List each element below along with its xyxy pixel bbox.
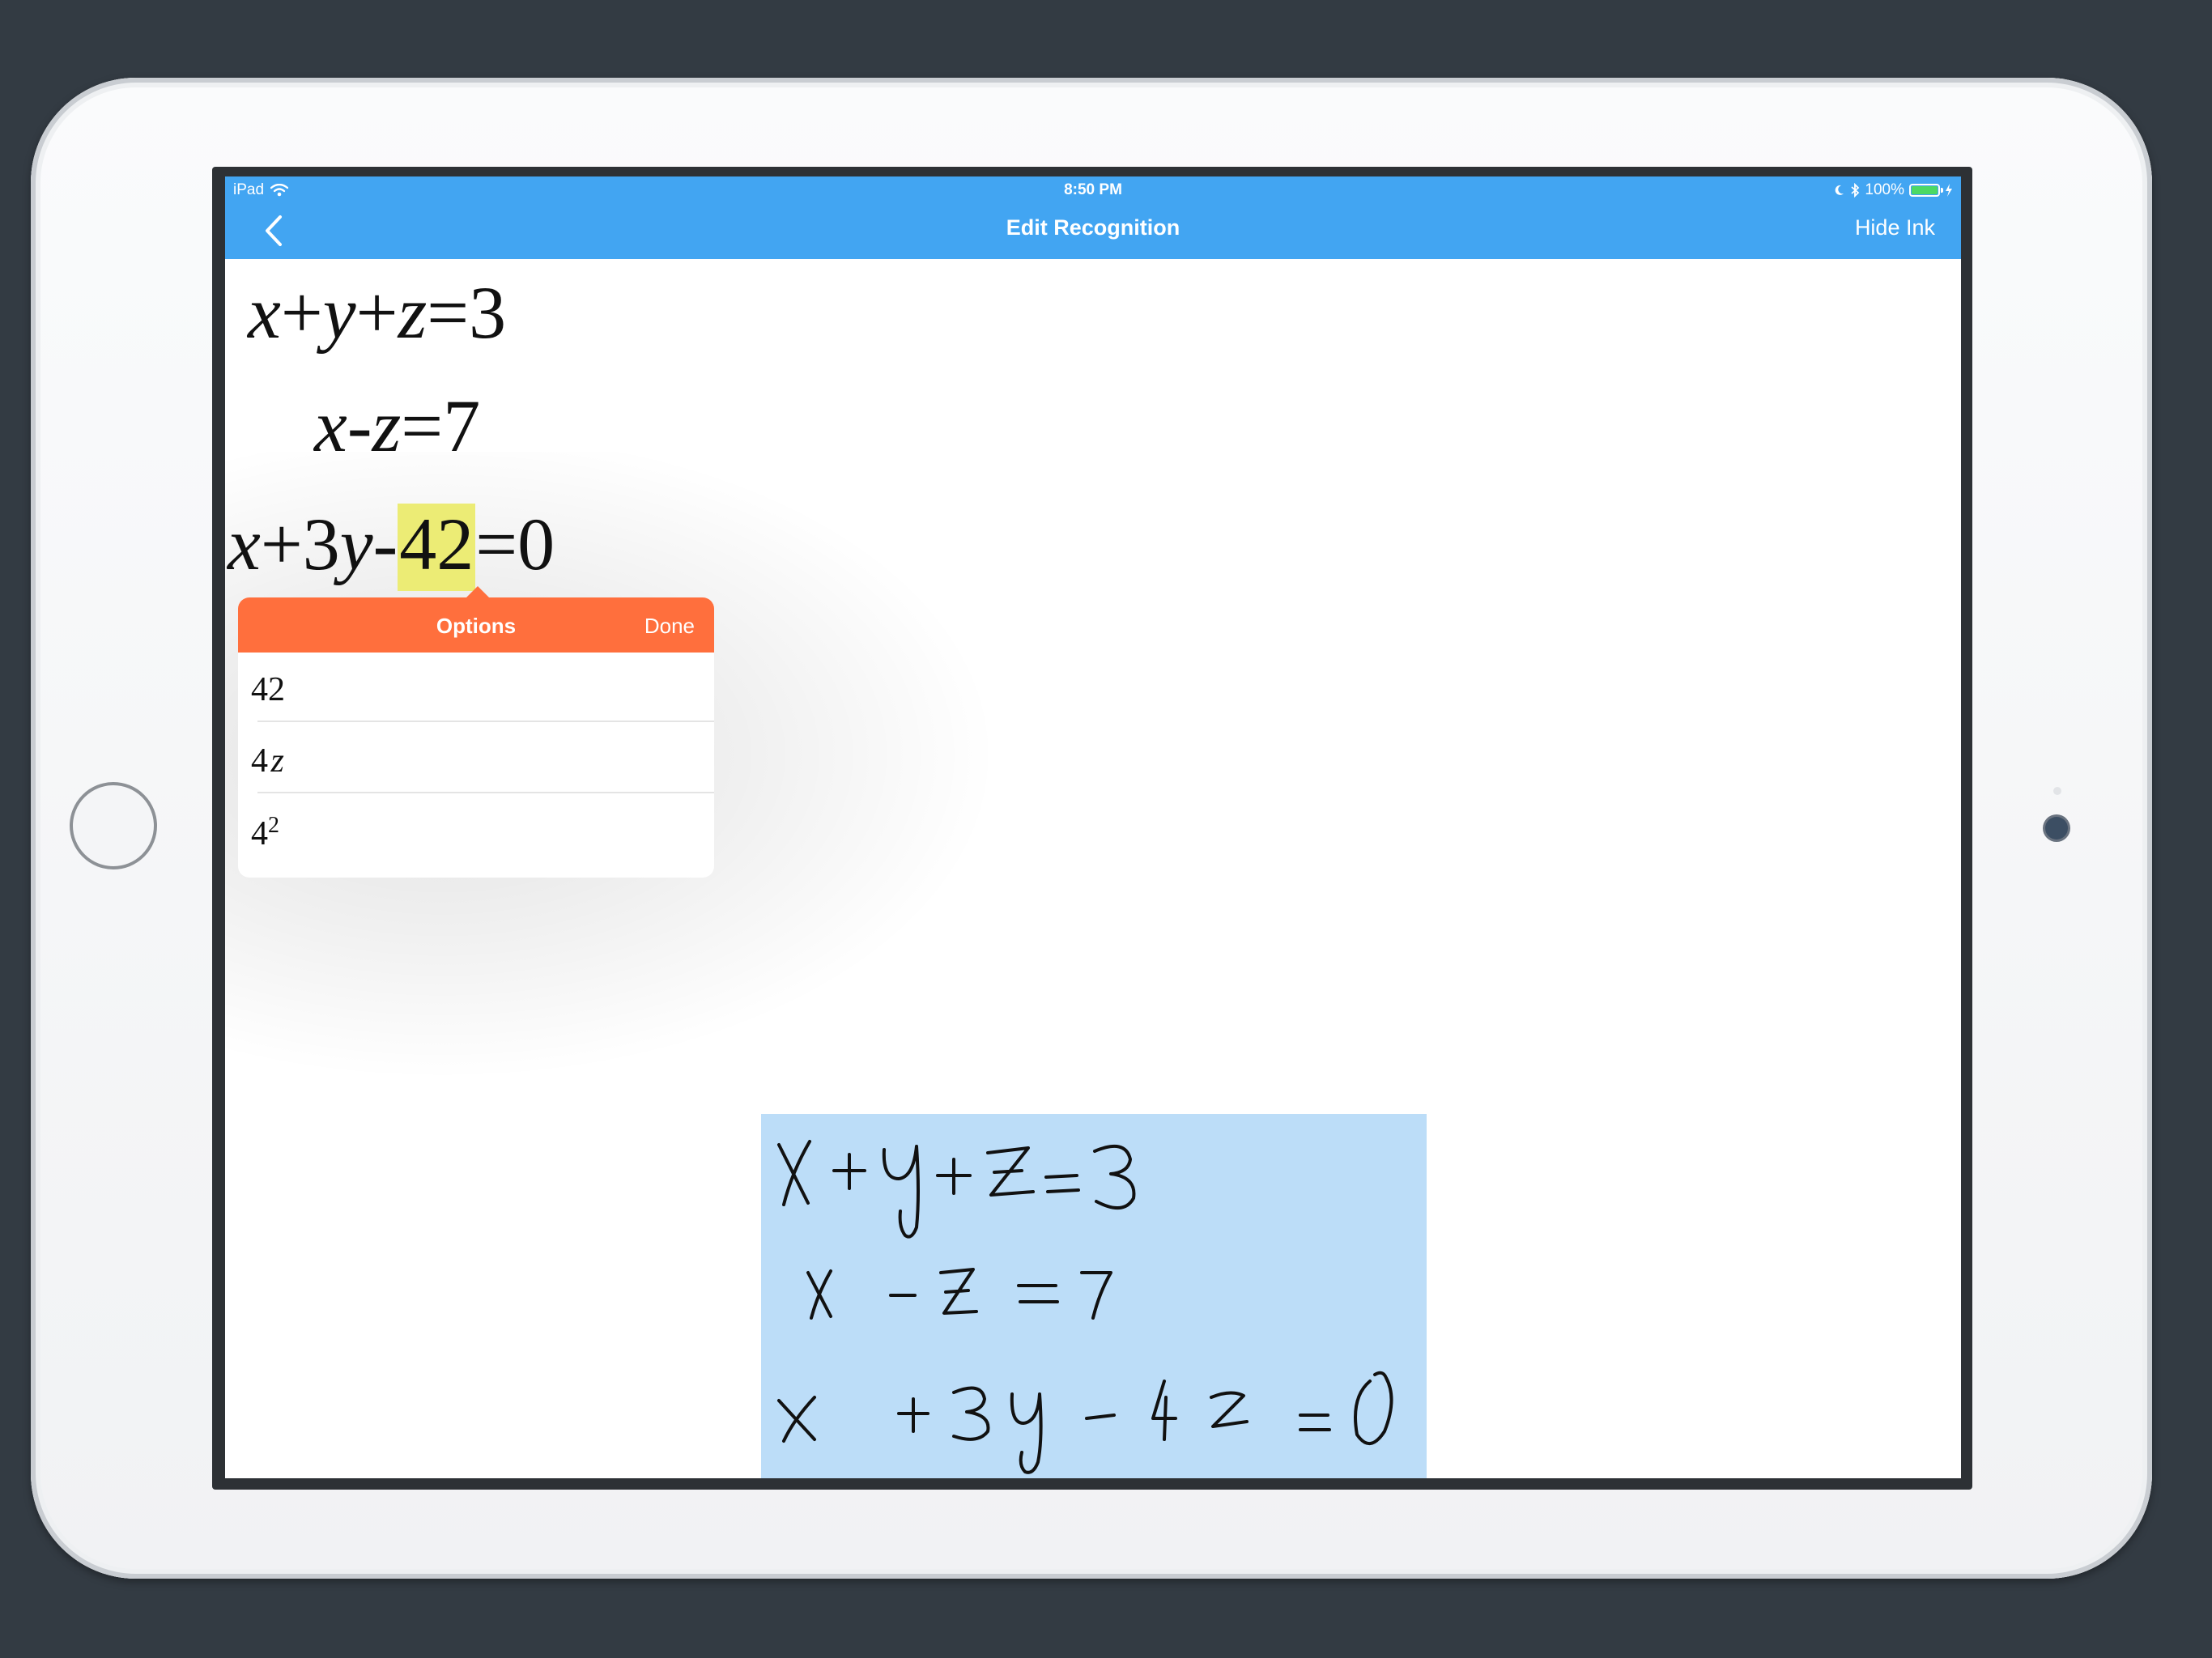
- bluetooth-icon: [1851, 183, 1860, 198]
- battery-icon: [1909, 184, 1943, 197]
- option-base: 42: [251, 671, 285, 708]
- option-row-4z[interactable]: 4 z: [238, 724, 714, 793]
- eq1-plus-2[interactable]: +: [356, 271, 398, 354]
- option-label: 4 z: [251, 742, 284, 780]
- option-base: 4: [251, 815, 268, 852]
- charging-bolt-icon: [1946, 184, 1952, 197]
- option-label: 42: [251, 813, 279, 853]
- hide-ink-button[interactable]: Hide Ink: [1855, 215, 1935, 240]
- eq3-minus[interactable]: -: [373, 503, 398, 585]
- equation-3[interactable]: x+3y-42=0: [228, 504, 555, 591]
- status-time: 8:50 PM: [1064, 181, 1122, 198]
- status-right: 100%: [1834, 181, 1953, 199]
- handwriting-ink-panel[interactable]: [761, 1114, 1427, 1478]
- front-camera: [2045, 817, 2068, 840]
- handwritten-ink-strokes: [777, 1140, 1393, 1474]
- equation-1[interactable]: x+y+z=3: [248, 275, 506, 350]
- option-variable: z: [270, 742, 284, 780]
- options-popover: Options Done 42 4 z 42: [238, 586, 714, 878]
- selected-token-highlight[interactable]: 42: [398, 504, 476, 591]
- screen: iPad 8:50 PM 100% Edit Recognition Hide …: [225, 176, 1961, 1478]
- front-sensor: [2053, 787, 2061, 795]
- eq1-var-y[interactable]: y: [323, 271, 356, 354]
- popover-arrow: [466, 586, 489, 597]
- eq1-var-x[interactable]: x: [248, 271, 281, 354]
- nav-title: Edit Recognition: [1006, 215, 1180, 240]
- done-button[interactable]: Done: [644, 614, 695, 639]
- battery-tip: [1941, 188, 1943, 193]
- eq1-equals[interactable]: =: [427, 271, 469, 354]
- row-separator: [257, 792, 714, 793]
- eq1-plus-1[interactable]: +: [281, 271, 323, 354]
- eq3-var-x[interactable]: x: [228, 503, 261, 585]
- popover-header: Options Done: [238, 597, 714, 653]
- eq3-var-y[interactable]: y: [340, 503, 373, 585]
- popover-title: Options: [436, 614, 517, 638]
- eq1-var-z[interactable]: z: [398, 271, 427, 354]
- navigation-bar: iPad 8:50 PM 100% Edit Recognition Hide …: [225, 176, 1961, 259]
- moon-icon: [1836, 185, 1844, 195]
- option-base: 4: [251, 742, 268, 780]
- battery-fill: [1912, 186, 1938, 194]
- home-button[interactable]: [70, 782, 157, 869]
- option-row-4-squared[interactable]: 42: [238, 795, 714, 865]
- eq3-rhs[interactable]: 0: [517, 503, 555, 585]
- eq2-minus[interactable]: -: [347, 385, 372, 467]
- eq1-rhs[interactable]: 3: [469, 271, 506, 354]
- battery-percent: 100%: [1865, 181, 1904, 198]
- option-exponent: 2: [268, 813, 279, 838]
- option-label: 42: [251, 670, 285, 709]
- eq3-equals[interactable]: =: [475, 503, 517, 585]
- eq3-coefficient[interactable]: 3: [303, 503, 340, 585]
- eq3-plus[interactable]: +: [261, 503, 303, 585]
- equation-2[interactable]: x-z=7: [314, 389, 480, 463]
- option-row-42[interactable]: 42: [238, 653, 714, 722]
- eq2-var-z[interactable]: z: [372, 385, 401, 467]
- eq2-rhs[interactable]: 7: [443, 385, 480, 467]
- eq2-var-x[interactable]: x: [314, 385, 347, 467]
- row-separator: [257, 721, 714, 722]
- eq2-equals[interactable]: =: [401, 385, 443, 467]
